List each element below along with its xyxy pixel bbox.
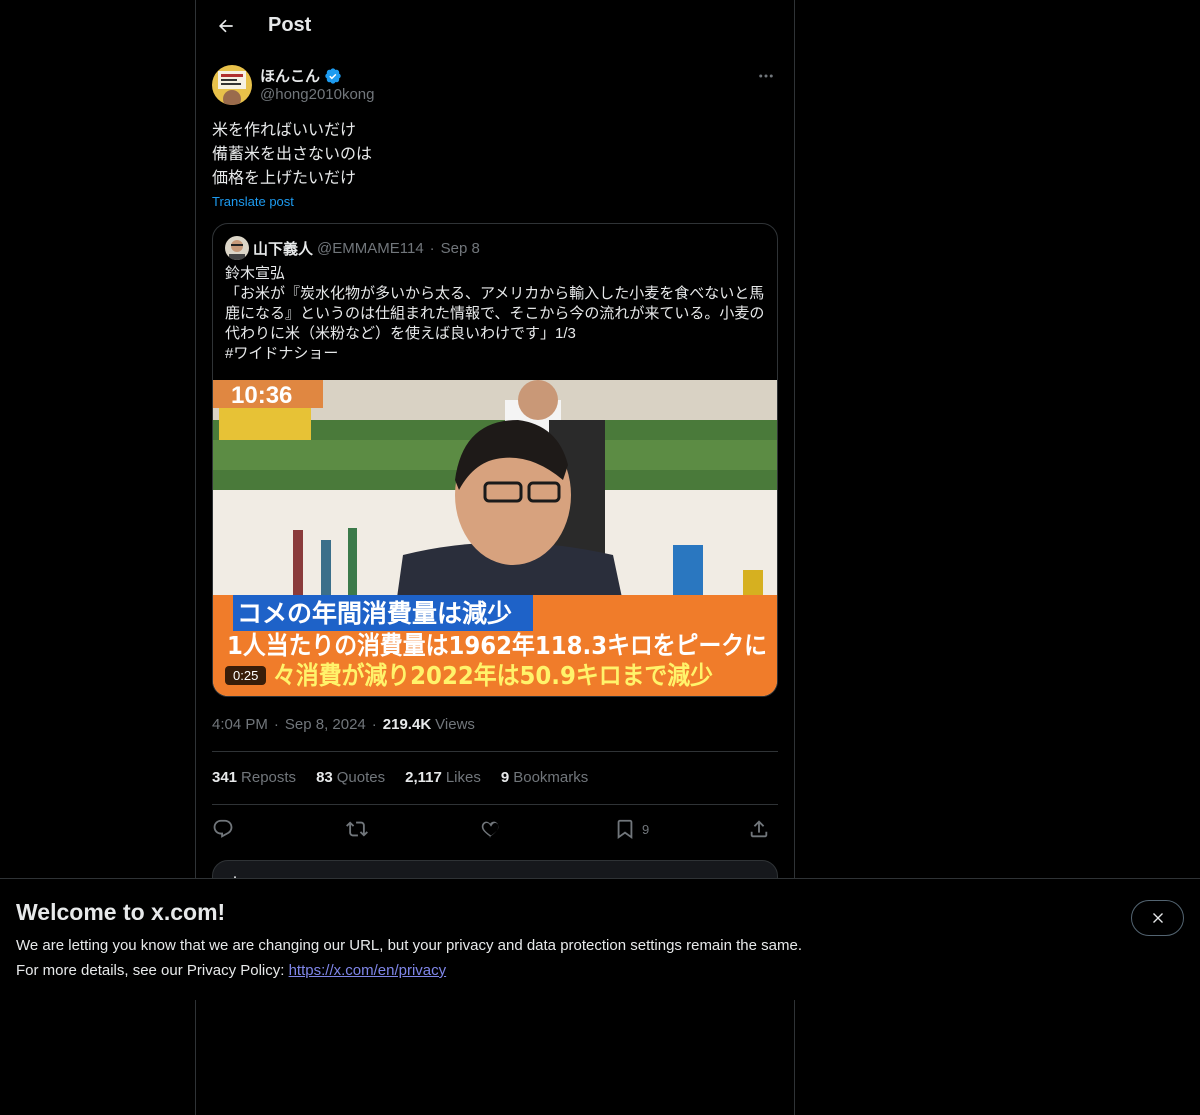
more-options-button[interactable] (754, 64, 778, 88)
quoted-video[interactable]: 10:36 コメの年間消費量は減少 1人当たりの消費量は1962年118.3キロ… (213, 380, 777, 696)
more-horizontal-icon (759, 74, 773, 78)
dot-separator: · (273, 716, 279, 733)
author-name[interactable]: ほんこん (260, 65, 342, 86)
post-author: ほんこん @hong2010kong (212, 64, 778, 108)
quoted-date: Sep 8 (440, 239, 480, 257)
page-header: Post (196, 0, 794, 53)
dot-separator: · (429, 239, 435, 257)
translate-post-link[interactable]: Translate post (212, 194, 294, 209)
divider (212, 804, 778, 805)
video-clock: 10:36 (231, 382, 292, 409)
repost-icon (346, 821, 368, 837)
quotes-stat[interactable]: 83 Quotes (316, 769, 385, 786)
bookmark-count: 9 (642, 821, 650, 837)
post-meta: 4:04 PM · Sep 8, 2024 · 219.4K Views (212, 716, 475, 733)
post-date[interactable]: Sep 8, 2024 (285, 716, 366, 733)
dot-separator: · (371, 716, 377, 733)
post-actions: 9 (212, 814, 778, 844)
page-title: Post (268, 14, 312, 36)
banner-message: We are letting you know that we are chan… (16, 937, 802, 954)
quoted-post-header: 山下義人 @EMMAME114 · Sep 8 (225, 236, 480, 260)
avatar[interactable] (212, 65, 252, 105)
like-button[interactable] (480, 814, 502, 844)
video-duration: 0:25 (225, 666, 267, 685)
quoted-avatar (225, 236, 249, 260)
video-caption-line1: コメの年間消費量は減少 (237, 599, 512, 628)
post-text: 米を作ればいいだけ 備蓄米を出さないのは 価格を上げたいだけ (212, 122, 373, 187)
banner-title: Welcome to x.com! (16, 899, 226, 925)
banner-close-button[interactable] (1131, 900, 1184, 936)
quoted-author-handle: @EMMAME114 (317, 239, 424, 257)
post-time[interactable]: 4:04 PM (212, 716, 268, 733)
banner-details-prefix: For more details, see our Privacy Policy… (16, 962, 289, 979)
author-name-text: ほんこん (260, 68, 321, 85)
privacy-policy-link[interactable]: https://x.com/en/privacy (289, 962, 447, 979)
bookmarks-stat[interactable]: 9 Bookmarks (501, 769, 588, 786)
share-icon (750, 820, 768, 838)
heart-icon (481, 821, 499, 838)
views-count: 219.4K (382, 716, 432, 733)
reposts-stat[interactable]: 341 Reposts (212, 769, 296, 786)
quoted-post[interactable]: 山下義人 @EMMAME114 · Sep 8 鈴木宣弘 「お米が『炭水化物が多… (212, 223, 778, 697)
video-caption-line3: 々消費が減り2022年は50.9キロまで減少 (273, 661, 713, 690)
repost-button[interactable] (346, 814, 368, 844)
bookmark-icon (617, 819, 633, 840)
post-stats: 341 Reposts 83 Quotes 2,117 Likes 9 Bookmark… (212, 769, 588, 786)
video-caption-line2: 1人当たりの消費量は1962年118.3キロをピークに (227, 631, 767, 660)
reply-icon (213, 819, 233, 838)
banner-details: For more details, see our Privacy Policy… (16, 962, 446, 979)
author-handle[interactable]: @hong2010kong (260, 86, 375, 103)
divider (212, 751, 778, 752)
reply-button[interactable] (212, 814, 234, 844)
likes-stat[interactable]: 2,117 Likes (405, 769, 481, 786)
back-button[interactable] (208, 8, 244, 44)
close-icon (1152, 913, 1163, 923)
views-label: Views (435, 716, 475, 733)
quoted-post-text: 鈴木宣弘 「お米が『炭水化物が多いから太る、アメリカから輸入した小麦を食べないと… (225, 265, 765, 362)
share-button[interactable] (748, 814, 770, 844)
quoted-author-name: 山下義人 (253, 240, 314, 258)
arrow-left-icon (218, 19, 233, 33)
video-thumbnail: 10:36 コメの年間消費量は減少 1人当たりの消費量は1962年118.3キロ… (213, 380, 777, 696)
verified-badge-icon (325, 67, 341, 84)
bookmark-button[interactable]: 9 (614, 814, 649, 844)
url-change-banner: Welcome to x.com! We are letting you kno… (0, 878, 1200, 1000)
